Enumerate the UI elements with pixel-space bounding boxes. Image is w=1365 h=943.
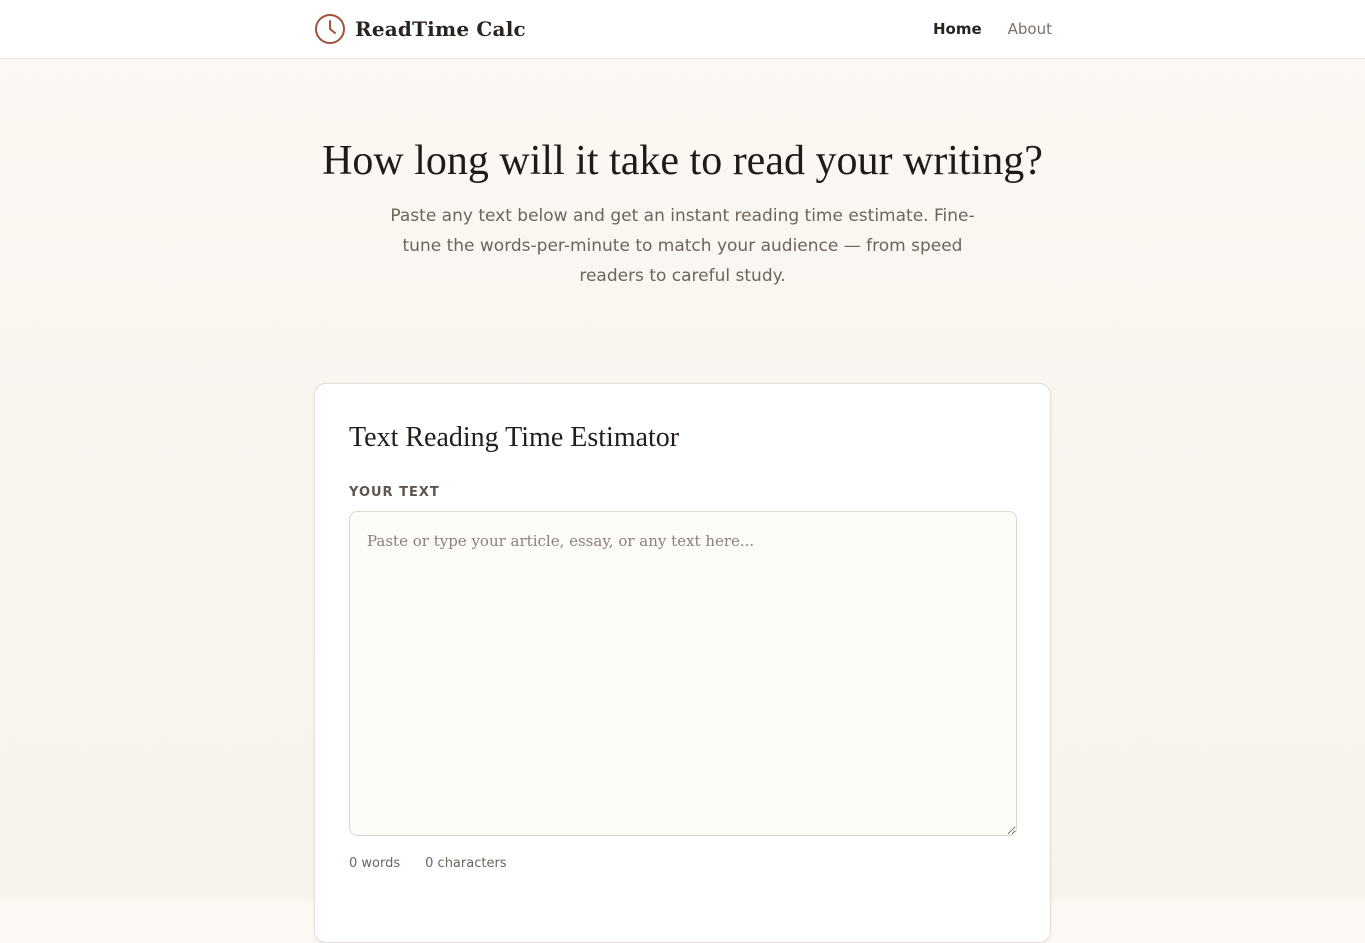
estimator-title: Text Reading Time Estimator [349,422,680,453]
text-field-label: YOUR TEXT [349,485,440,500]
estimator-card: Text Reading Time Estimator YOUR TEXT 0 … [314,383,1051,943]
brand-logo[interactable]: ReadTime Calc [314,13,526,45]
clock-icon [315,14,345,44]
text-input[interactable] [349,511,1017,836]
hero-subtitle: Paste any text below and get an instant … [390,206,975,286]
nav-link-home[interactable]: Home [933,19,982,39]
top-nav-bar: ReadTime Calc Home About [0,0,1365,59]
character-count: 0 characters [425,856,507,871]
main-nav: Home About [933,19,1052,39]
nav-link-about[interactable]: About [1008,19,1052,39]
word-count: 0 words [349,856,401,871]
hero-title: How long will it take to read your writi… [322,138,1043,184]
brand-name: ReadTime Calc [355,17,526,41]
text-stats: 0 words 0 characters [349,856,507,871]
